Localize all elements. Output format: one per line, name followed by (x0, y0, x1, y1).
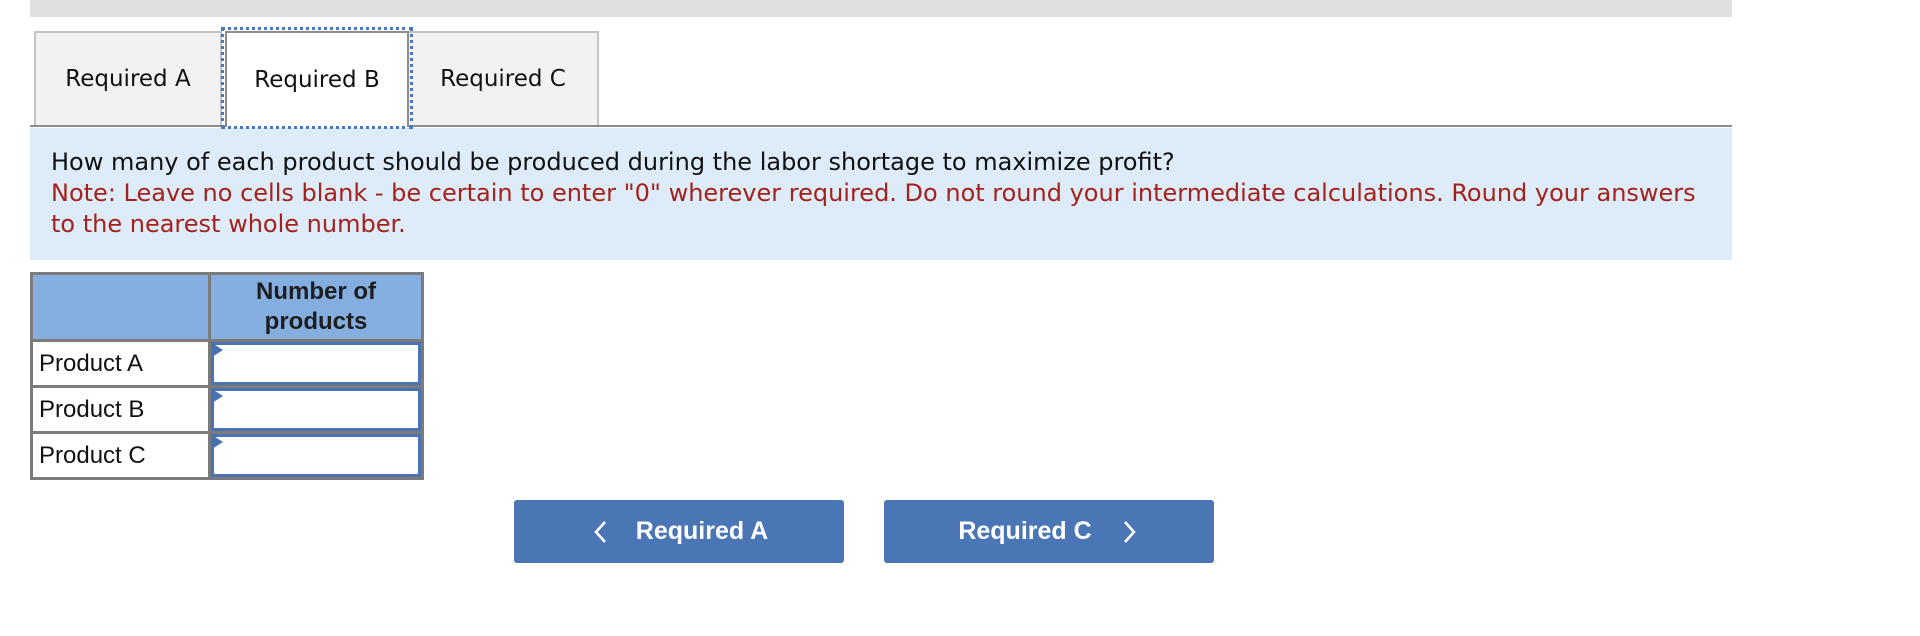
tab-label: Required C (440, 66, 566, 92)
question-text: How many of each product should be produ… (51, 148, 1175, 176)
row-label: Product B (30, 385, 211, 434)
input-cell (208, 431, 424, 480)
corner-header (30, 272, 211, 342)
prev-required-a-button[interactable]: Required A (514, 500, 844, 563)
prev-button-label: Required A (635, 517, 769, 545)
answer-table: Number of products Product A Product B P… (30, 272, 424, 480)
table-row: Product B (30, 385, 424, 434)
column-header-label: Number of products (256, 278, 376, 335)
input-cell (208, 339, 424, 388)
tab-required-a[interactable]: Required A (34, 31, 222, 125)
next-required-c-button[interactable]: Required C (884, 500, 1214, 563)
row-label: Product C (30, 431, 211, 480)
tab-required-b[interactable]: Required B (225, 31, 409, 127)
number-of-products-header: Number of products (208, 272, 424, 342)
note-text: Note: Leave no cells blank - be certain … (51, 179, 1696, 238)
tab-label: Required B (254, 67, 380, 93)
input-cell (208, 385, 424, 434)
tab-required-c[interactable]: Required C (409, 31, 599, 125)
product-b-quantity-input[interactable] (211, 388, 421, 431)
table-row: Product A (30, 339, 424, 388)
tab-bar: Required A Required B Required C (30, 0, 1732, 129)
table-header-row: Number of products (30, 272, 424, 342)
tab-label: Required A (65, 66, 191, 92)
chevron-left-icon (590, 519, 612, 545)
product-c-quantity-input[interactable] (211, 434, 421, 477)
row-label: Product A (30, 339, 211, 388)
chevron-right-icon (1118, 519, 1140, 545)
product-a-quantity-input[interactable] (211, 342, 421, 385)
table-row: Product C (30, 431, 424, 480)
instructions-panel: How many of each product should be produ… (30, 128, 1732, 260)
next-button-label: Required C (958, 517, 1092, 545)
